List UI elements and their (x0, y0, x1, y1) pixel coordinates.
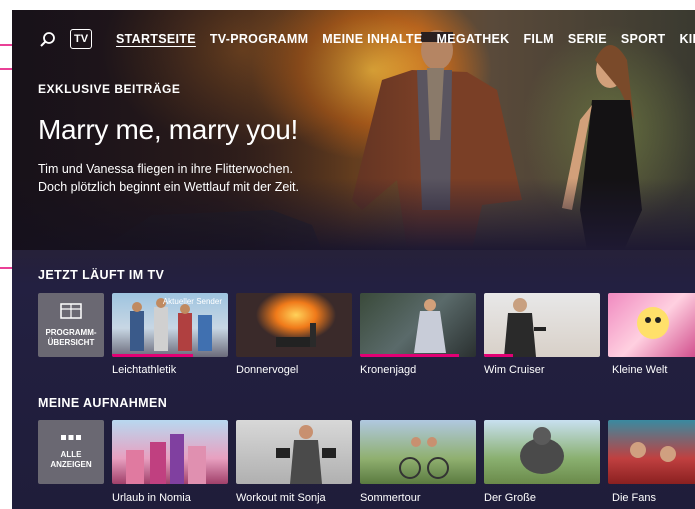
section-title-live-tv: JETZT LÄUFT IM TV (38, 268, 165, 282)
recordings-row: ALLE ANZEIGEN (38, 420, 695, 486)
live-tv-tile-label: Wim Cruiser (484, 364, 545, 376)
live-tv-tile[interactable]: Aktueller Sender (112, 293, 228, 357)
hero-banner[interactable]: TV STARTSEITE TV-PROGRAMM MEINE INHALTE … (12, 10, 695, 250)
recording-tile[interactable] (608, 420, 695, 484)
recording-tile[interactable] (484, 420, 600, 484)
live-tv-tile-label: Leichtathletik (112, 364, 177, 376)
nav-items: STARTSEITE TV-PROGRAMM MEINE INHALTE MEG… (116, 32, 695, 46)
hero-description-line: Tim und Vanessa fliegen in ihre Flitterw… (38, 162, 293, 176)
hero-description: Tim und Vanessa fliegen in ihre Flitterw… (38, 160, 299, 196)
hero-title: Marry me, marry you! (38, 114, 299, 145)
tv-icon[interactable]: TV (70, 29, 92, 49)
nav-item-sport[interactable]: SPORT (621, 32, 666, 46)
nav-item-startseite[interactable]: STARTSEITE (116, 32, 196, 46)
live-progress-bar (360, 354, 459, 357)
nav-item-megathek[interactable]: MEGATHEK (437, 32, 510, 46)
live-tv-row: PROGRAMM- ÜBERSICHT Aktueller Sender (38, 293, 695, 359)
live-progress-bar (484, 354, 513, 357)
live-tv-tile-label: Kronenjagd (360, 364, 417, 376)
recording-tile[interactable] (360, 420, 476, 484)
live-progress-bar (112, 354, 194, 357)
hero-kicker: EXKLUSIVE BEITRÄGE (38, 82, 181, 96)
recording-tile-label: Workout mit Sonja (236, 492, 326, 504)
program-overview-button[interactable]: PROGRAMM- ÜBERSICHT (38, 293, 104, 357)
top-navigation: TV STARTSEITE TV-PROGRAMM MEINE INHALTE … (12, 28, 695, 52)
nav-item-film[interactable]: FILM (524, 32, 554, 46)
grid-icon (60, 302, 82, 322)
section-title-recordings: MEINE AUFNAHMEN (38, 396, 168, 410)
nav-item-kids[interactable]: KIDS (679, 32, 695, 46)
nav-item-serie[interactable]: SERIE (568, 32, 607, 46)
program-overview-label: PROGRAMM- (45, 327, 97, 337)
show-all-label: ANZEIGEN (50, 460, 92, 469)
show-all-button[interactable]: ALLE ANZEIGEN (38, 420, 104, 484)
show-all-label: ALLE (60, 450, 82, 459)
live-tv-tile[interactable] (608, 293, 695, 357)
tv-screen: TV STARTSEITE TV-PROGRAMM MEINE INHALTE … (12, 10, 695, 509)
live-tv-tile[interactable] (360, 293, 476, 357)
recording-tile[interactable] (112, 420, 228, 484)
live-tv-tile[interactable] (484, 293, 600, 357)
live-tv-tile-label: Donnervogel (236, 364, 299, 376)
live-tv-tile-label: Kleine Welt (612, 364, 668, 376)
program-overview-label: ÜBERSICHT (47, 337, 95, 347)
recording-tile-label: Sommertour (360, 492, 421, 504)
recording-tile-label: Die Fans (612, 492, 657, 504)
search-icon[interactable] (38, 30, 58, 50)
live-tv-tile[interactable] (236, 293, 352, 357)
dots-icon (60, 434, 82, 444)
recording-tile-label: Der Große (484, 492, 536, 504)
nav-item-meine-inhalte[interactable]: MEINE INHALTE (322, 32, 422, 46)
current-channel-badge: Aktueller Sender (162, 297, 222, 306)
hero-description-line: Doch plötzlich beginnt ein Wettlauf mit … (38, 180, 300, 194)
nav-item-tv-programm[interactable]: TV-PROGRAMM (210, 32, 308, 46)
recording-tile[interactable] (236, 420, 352, 484)
recording-tile-label: Urlaub in Nomia (112, 492, 191, 504)
